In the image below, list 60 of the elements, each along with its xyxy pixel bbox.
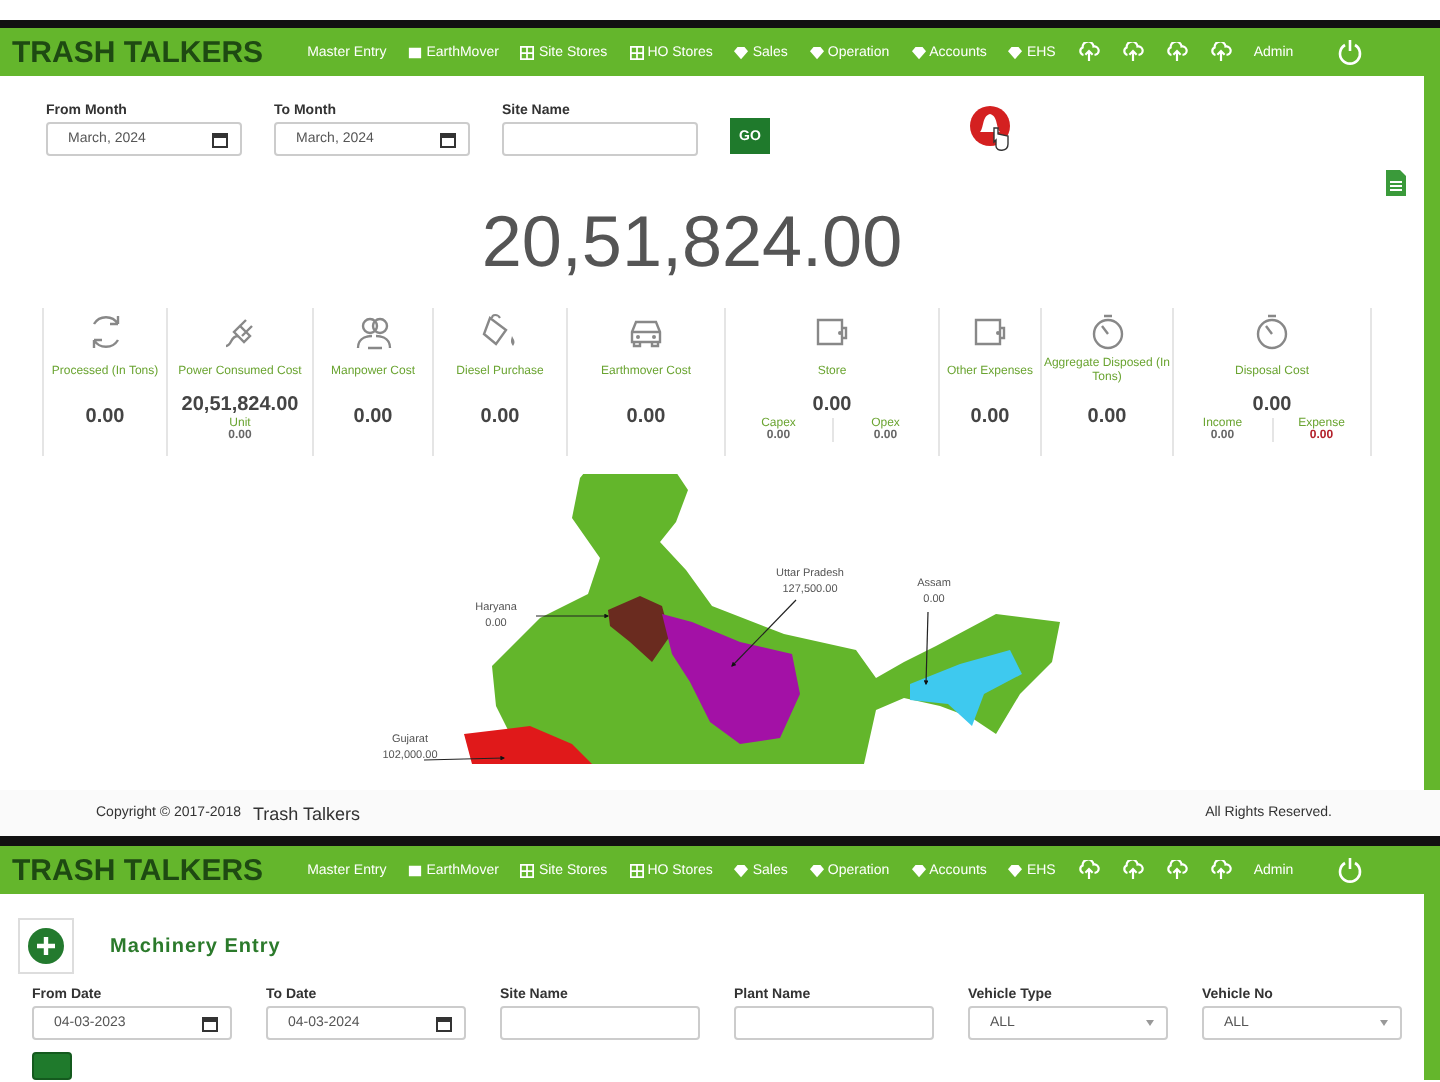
leader-line xyxy=(731,599,797,667)
leader-line xyxy=(535,613,610,619)
power-icon[interactable] xyxy=(1335,38,1364,66)
page-title: Machinery Entry xyxy=(110,935,281,957)
text-field[interactable] xyxy=(500,1006,700,1040)
table-icon xyxy=(520,45,535,59)
diamond-icon xyxy=(911,45,926,59)
caret-icon xyxy=(1380,1020,1388,1026)
total-amount: 20,51,824.00 xyxy=(479,200,905,284)
diamond-icon xyxy=(911,863,926,877)
calendar-icon[interactable] xyxy=(212,131,228,147)
state-region[interactable] xyxy=(608,596,670,662)
diamond-icon xyxy=(809,45,824,59)
table-icon xyxy=(520,863,535,877)
stat-value: 0.00 xyxy=(1252,394,1292,416)
document-icon[interactable] xyxy=(1384,168,1408,198)
cloud-upload-icon[interactable] xyxy=(1209,860,1232,880)
cloud-upload-icon[interactable] xyxy=(1121,860,1144,880)
cloud-upload-icon[interactable] xyxy=(1121,42,1144,62)
stat-value: 0.00 xyxy=(353,406,393,428)
add-button[interactable] xyxy=(18,918,74,974)
cloud-upload-icon[interactable] xyxy=(1077,42,1100,62)
state-region[interactable] xyxy=(662,614,800,744)
table-icon xyxy=(629,863,644,877)
table-icon xyxy=(629,45,644,59)
text-field[interactable] xyxy=(734,1006,934,1040)
diamond-icon xyxy=(1008,45,1023,59)
calendar-icon[interactable] xyxy=(440,131,456,147)
caret-icon xyxy=(1146,1020,1154,1026)
diamond-icon xyxy=(734,45,749,59)
power-icon[interactable] xyxy=(1335,856,1364,884)
brand-logo: TRASH TALKERS xyxy=(12,853,264,887)
diamond-icon xyxy=(809,863,824,877)
stat-value: 0.00 xyxy=(85,406,125,428)
stat-value: 0.00 xyxy=(480,406,520,428)
state-region[interactable] xyxy=(464,726,592,764)
cloud-upload-icon[interactable] xyxy=(1165,860,1188,880)
diamond-icon xyxy=(1008,863,1023,877)
stat-value: 0.00 xyxy=(626,406,666,428)
diamond-icon xyxy=(734,863,749,877)
cloud-upload-icon[interactable] xyxy=(1165,42,1188,62)
stat-value: 0.00 xyxy=(812,394,852,416)
cloud-upload-icon[interactable] xyxy=(1077,860,1100,880)
submit-button[interactable] xyxy=(32,1052,72,1080)
stat-value: 0.00 xyxy=(1087,406,1127,428)
stat-value: 20,51,824.00 xyxy=(181,394,299,416)
text-field[interactable] xyxy=(502,122,698,156)
leader-line xyxy=(923,611,929,686)
stopwatch-icon xyxy=(1252,312,1292,352)
stat-value: 0.00 xyxy=(970,406,1010,428)
brand-logo: TRASH TALKERS xyxy=(12,35,264,69)
plus-icon xyxy=(28,928,64,964)
calendar-icon[interactable] xyxy=(436,1015,452,1031)
calendar-icon[interactable] xyxy=(202,1015,218,1031)
box-icon xyxy=(408,45,423,59)
cloud-upload-icon[interactable] xyxy=(1209,42,1232,62)
box-icon xyxy=(408,863,423,877)
stopwatch-icon xyxy=(1087,312,1127,352)
company-name: Trash Talkers xyxy=(252,803,361,823)
people-icon xyxy=(353,312,393,352)
